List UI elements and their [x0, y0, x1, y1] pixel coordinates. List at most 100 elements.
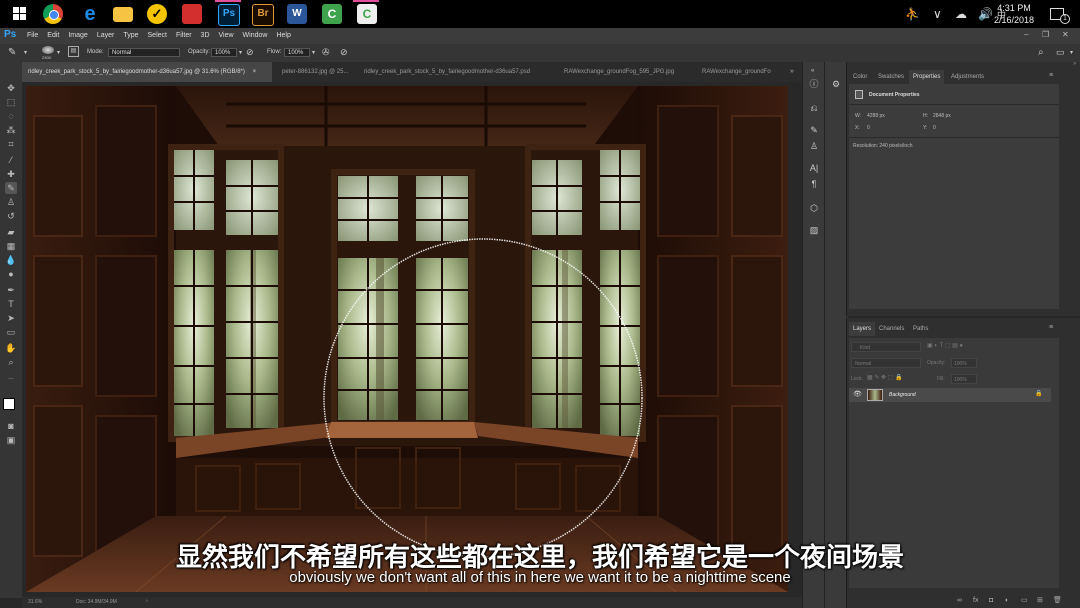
- foreground-color-swatch[interactable]: [3, 398, 15, 410]
- history-icon[interactable]: ⎌: [808, 102, 820, 114]
- trash-icon[interactable]: 🗑: [1053, 596, 1062, 604]
- word-icon[interactable]: W: [287, 4, 307, 24]
- camtasia-recorder-icon[interactable]: C: [357, 4, 377, 24]
- x-value[interactable]: 0: [867, 125, 870, 131]
- brush-preview-icon[interactable]: [42, 46, 54, 54]
- character-icon[interactable]: A|: [808, 162, 820, 174]
- notification-icon[interactable]: 1: [1050, 0, 1070, 28]
- tab-close-icon[interactable]: ×: [253, 69, 257, 75]
- menu-edit[interactable]: Edit: [47, 32, 59, 39]
- image-icon[interactable]: ▨: [808, 224, 820, 236]
- h-value[interactable]: 2848 px: [933, 113, 951, 119]
- tab-adjustments[interactable]: Adjustments: [947, 70, 988, 84]
- gradient-tool-icon[interactable]: ▦: [5, 240, 17, 252]
- chrome-icon[interactable]: [43, 4, 63, 24]
- opacity-field[interactable]: 100%: [211, 48, 237, 57]
- doc-tab-active[interactable]: ridley_creek_park_stock_5_by_fairiegoodm…: [22, 62, 272, 82]
- info-icon[interactable]: ⓘ: [808, 78, 820, 90]
- new-group-icon[interactable]: ▭: [1021, 596, 1028, 604]
- doc-tab-3[interactable]: ridley_creek_park_stock_5_by_fairiegoodm…: [358, 62, 558, 82]
- brush-tool-icon[interactable]: ✎: [5, 182, 17, 194]
- menu-file[interactable]: File: [27, 32, 38, 39]
- close-icon[interactable]: ✕: [1062, 30, 1069, 39]
- menu-window[interactable]: Window: [243, 32, 268, 39]
- zoom-level[interactable]: 31.6%: [28, 599, 42, 605]
- opacity-chevron-icon[interactable]: ▾: [239, 49, 242, 56]
- flow-field[interactable]: 100%: [284, 48, 310, 57]
- brush-presets-icon[interactable]: ✎: [808, 124, 820, 136]
- eyedropper-tool-icon[interactable]: ⁄: [5, 154, 17, 166]
- clone-source-icon[interactable]: ♙: [808, 140, 820, 152]
- workspace-icon[interactable]: ▭: [1056, 47, 1065, 58]
- search-icon[interactable]: ⌕: [1038, 47, 1044, 58]
- chevron-up-icon[interactable]: ∨: [933, 0, 942, 28]
- paragraph-icon[interactable]: ¶: [808, 178, 820, 190]
- menu-3d[interactable]: 3D: [201, 32, 210, 39]
- doc-tab-4[interactable]: RAWexchange_groundFog_595_JPG.jpg: [558, 62, 696, 82]
- crop-tool-icon[interactable]: ⌗: [5, 138, 17, 150]
- stamp-tool-icon[interactable]: ♙: [5, 196, 17, 208]
- people-icon[interactable]: ⛹: [905, 0, 920, 28]
- canvas-area[interactable]: [22, 82, 802, 598]
- hand-tool-icon[interactable]: ✋: [5, 342, 17, 354]
- flow-chevron-icon[interactable]: ▾: [312, 49, 315, 56]
- menu-filter[interactable]: Filter: [176, 32, 192, 39]
- camtasia-icon[interactable]: C: [322, 4, 342, 24]
- marquee-tool-icon[interactable]: ⬚: [5, 96, 17, 108]
- history-brush-tool-icon[interactable]: ↺: [5, 210, 17, 222]
- layer-filter-kind[interactable]: Kind: [851, 342, 921, 352]
- adjustments-gear-icon[interactable]: ⚙: [830, 78, 842, 90]
- menu-layer[interactable]: Layer: [97, 32, 115, 39]
- link-layers-icon[interactable]: ∞: [957, 597, 962, 604]
- layer-opacity-field[interactable]: 100%: [951, 358, 977, 368]
- photoshop-icon[interactable]: Ps: [218, 4, 240, 26]
- layers-menu-icon[interactable]: ≡: [1049, 324, 1053, 331]
- layer-row-background[interactable]: 👁 Background 🔒: [849, 388, 1051, 402]
- document-image[interactable]: [26, 86, 788, 592]
- tab-properties[interactable]: Properties: [909, 70, 945, 84]
- type-tool-icon[interactable]: T: [5, 298, 17, 310]
- add-mask-icon[interactable]: ◘: [989, 597, 993, 604]
- quick-select-tool-icon[interactable]: ⁂: [5, 124, 17, 136]
- zoom-tool-icon[interactable]: ⌕: [5, 356, 17, 368]
- menu-type[interactable]: Type: [123, 32, 138, 39]
- adjustment-layer-icon[interactable]: ◐: [1005, 597, 1009, 604]
- lock-icons[interactable]: ▦ ✎ ✥ ⬚ 🔒: [867, 374, 903, 381]
- chevron-down-icon[interactable]: ▾: [24, 49, 27, 56]
- cloud-icon[interactable]: ☁: [955, 0, 967, 28]
- red-app-icon[interactable]: [182, 4, 202, 24]
- pressure-size-icon[interactable]: ⊘: [340, 47, 348, 58]
- brush-tool-icon[interactable]: ✎: [8, 47, 16, 58]
- doc-tab-5[interactable]: RAWexchange_groundFo: [696, 62, 786, 82]
- tab-paths[interactable]: Paths: [909, 322, 932, 336]
- w-value[interactable]: 4288 px: [867, 113, 885, 119]
- tab-swatches[interactable]: Swatches: [874, 70, 908, 84]
- more-tools-icon[interactable]: …: [5, 372, 17, 384]
- norton-icon[interactable]: ✓: [147, 4, 167, 24]
- strip-collapse-icon[interactable]: «: [811, 68, 814, 74]
- layer-name[interactable]: Background: [889, 392, 916, 398]
- 3d-icon[interactable]: ⬡: [808, 202, 820, 214]
- pen-tool-icon[interactable]: ✒: [5, 284, 17, 296]
- windows-start-icon[interactable]: [10, 4, 30, 24]
- fx-icon[interactable]: fx: [973, 597, 978, 604]
- quick-mask-icon[interactable]: ◙: [5, 420, 17, 432]
- blend-mode-select[interactable]: Normal: [851, 358, 921, 368]
- menu-help[interactable]: Help: [276, 32, 290, 39]
- mode-select[interactable]: Normal: [108, 48, 180, 57]
- y-value[interactable]: 0: [933, 125, 936, 131]
- tab-color[interactable]: Color: [849, 70, 871, 84]
- status-arrow-icon[interactable]: ›: [146, 598, 148, 604]
- healing-brush-tool-icon[interactable]: ✚: [5, 168, 17, 180]
- pressure-opacity-icon[interactable]: ⊘: [246, 47, 254, 58]
- tab-channels[interactable]: Channels: [875, 322, 908, 336]
- path-select-tool-icon[interactable]: ➤: [5, 312, 17, 324]
- screen-mode-icon[interactable]: ▣: [5, 434, 17, 446]
- tab-layers[interactable]: Layers: [849, 322, 876, 336]
- shape-tool-icon[interactable]: ▭: [5, 326, 17, 338]
- menu-view[interactable]: View: [219, 32, 234, 39]
- restore-icon[interactable]: ❐: [1042, 30, 1049, 39]
- menu-select[interactable]: Select: [148, 32, 167, 39]
- panel-collapse-icon[interactable]: »: [1073, 61, 1076, 67]
- eye-visibility-icon[interactable]: 👁: [853, 390, 862, 398]
